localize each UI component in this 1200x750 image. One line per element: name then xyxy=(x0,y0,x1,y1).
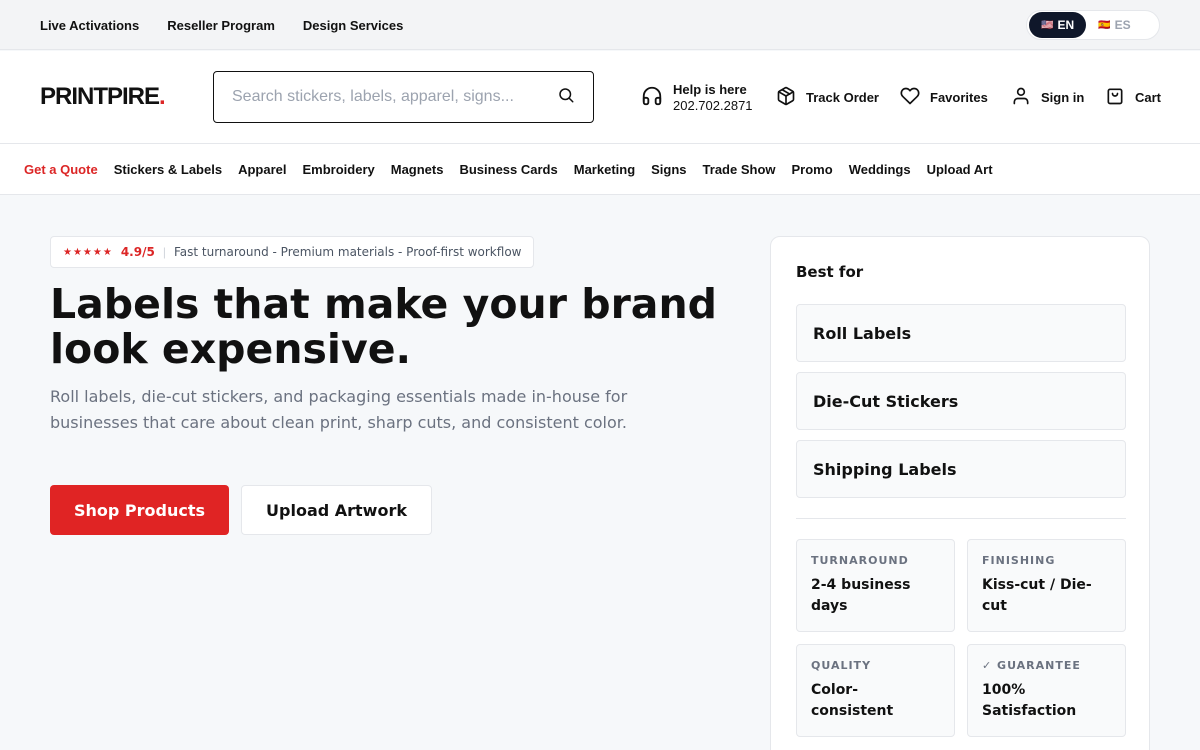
category-nav: Get a Quote Stickers & Labels Apparel Em… xyxy=(0,144,1200,195)
help-title: Help is here xyxy=(673,81,747,97)
top-link-reseller-program[interactable]: Reseller Program xyxy=(167,18,275,33)
language-code: EN xyxy=(1057,18,1075,32)
spec-label: ✓ GUARANTEE xyxy=(982,659,1081,672)
nav-marketing[interactable]: Marketing xyxy=(574,162,635,177)
main-header: PRINTPIRE. Help is here 202.702.2871 Tra… xyxy=(0,51,1200,144)
help-contact[interactable]: Help is here 202.702.2871 xyxy=(641,51,753,144)
cart-label: Cart xyxy=(1135,90,1162,105)
package-icon xyxy=(776,86,796,109)
nav-business-cards[interactable]: Business Cards xyxy=(459,162,557,177)
nav-magnets[interactable]: Magnets xyxy=(391,162,444,177)
spec-value: 2-4 business days xyxy=(811,577,911,614)
best-for-die-cut-stickers[interactable]: Die-Cut Stickers xyxy=(796,372,1126,430)
us-flag-icon: 🇺🇸 xyxy=(1041,19,1053,31)
upload-artwork-button[interactable]: Upload Artwork xyxy=(241,485,432,535)
nav-promo[interactable]: Promo xyxy=(792,162,833,177)
spec-label: FINISHING xyxy=(982,554,1056,567)
hero-subcopy: Roll labels, die-cut stickers, and packa… xyxy=(50,387,628,432)
nav-signs[interactable]: Signs xyxy=(651,162,686,177)
panel-divider xyxy=(796,518,1126,519)
search-input[interactable] xyxy=(232,88,557,106)
nav-upload-art[interactable]: Upload Art xyxy=(927,162,993,177)
headset-icon xyxy=(641,85,663,110)
spec-quality: QUALITY Color-consistent xyxy=(796,644,955,737)
feature-list: Fast turnaround - Premium materials - Pr… xyxy=(173,245,522,259)
nav-get-a-quote[interactable]: Get a Quote xyxy=(24,162,98,177)
top-link-design-services[interactable]: Design Services xyxy=(303,18,403,33)
shop-products-button[interactable]: Shop Products xyxy=(50,485,229,535)
nav-apparel[interactable]: Apparel xyxy=(238,162,286,177)
top-links: Live Activations Reseller Program Design… xyxy=(40,0,403,50)
best-for-shipping-labels[interactable]: Shipping Labels xyxy=(796,440,1126,498)
spec-value: 100% Satisfaction xyxy=(982,682,1077,719)
nav-trade-show[interactable]: Trade Show xyxy=(703,162,776,177)
spec-value: Color-consistent xyxy=(811,682,894,719)
language-option-en[interactable]: 🇺🇸 EN xyxy=(1029,12,1087,38)
nav-weddings[interactable]: Weddings xyxy=(849,162,911,177)
spec-finishing: FINISHING Kiss-cut / Die-cut xyxy=(967,539,1126,632)
top-link-live-activations[interactable]: Live Activations xyxy=(40,18,139,33)
search-icon[interactable] xyxy=(557,86,575,109)
help-phone[interactable]: 202.702.2871 xyxy=(673,98,753,114)
spec-guarantee: ✓ GUARANTEE 100% Satisfaction xyxy=(967,644,1126,737)
spec-label: QUALITY xyxy=(811,659,872,672)
language-code: ES xyxy=(1114,18,1131,32)
logo-dot: . xyxy=(159,83,166,110)
shopping-bag-icon xyxy=(1105,86,1125,109)
rating-separator: | xyxy=(162,245,166,259)
logo[interactable]: PRINTPIRE. xyxy=(40,83,166,111)
language-option-es[interactable]: 🇪🇸 ES xyxy=(1086,12,1142,38)
cart-link[interactable]: Cart xyxy=(1105,51,1161,144)
user-icon xyxy=(1011,86,1031,109)
sign-in-link[interactable]: Sign in xyxy=(1011,51,1084,144)
rating-score: 4.9/5 xyxy=(120,245,155,259)
track-order-link[interactable]: Track Order xyxy=(776,51,879,144)
star-rating-icon: ★★★★★ xyxy=(63,246,113,258)
spec-value: Kiss-cut / Die-cut xyxy=(982,577,1092,614)
rating-badge: ★★★★★ 4.9/5 | Fast turnaround - Premium … xyxy=(50,236,535,268)
panel-title: Best for xyxy=(796,263,864,281)
top-bar: Live Activations Reseller Program Design… xyxy=(0,0,1200,50)
favorites-link[interactable]: Favorites xyxy=(900,51,988,144)
track-order-label: Track Order xyxy=(806,90,879,105)
spec-label: TURNAROUND xyxy=(811,554,909,567)
best-for-roll-labels[interactable]: Roll Labels xyxy=(796,304,1126,362)
help-text: Help is here 202.702.2871 xyxy=(673,82,753,114)
spec-turnaround: TURNAROUND 2-4 business days xyxy=(796,539,955,632)
search-box xyxy=(213,71,594,123)
nav-embroidery[interactable]: Embroidery xyxy=(302,162,374,177)
language-switcher: 🇺🇸 EN 🇪🇸 ES xyxy=(1026,10,1160,40)
logo-text: PRINTPIRE xyxy=(40,83,160,110)
best-for-panel: Best for Roll Labels Die-Cut Stickers Sh… xyxy=(770,236,1150,750)
favorites-label: Favorites xyxy=(930,90,988,105)
hero-headline: Labels that make your brand look expensi… xyxy=(50,280,717,373)
sign-in-label: Sign in xyxy=(1041,90,1085,105)
nav-stickers-labels[interactable]: Stickers & Labels xyxy=(114,162,222,177)
heart-icon xyxy=(900,86,920,109)
es-flag-icon: 🇪🇸 xyxy=(1098,19,1110,31)
